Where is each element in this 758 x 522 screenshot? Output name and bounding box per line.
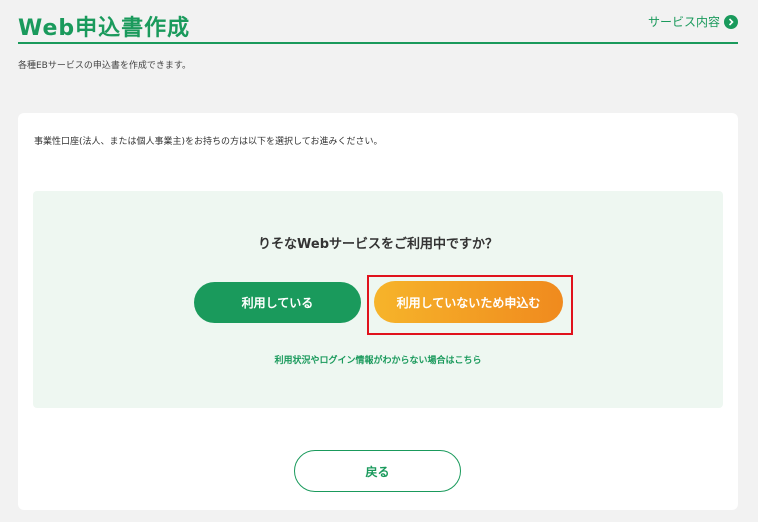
apply-not-using-button[interactable]: 利用していないため申込む xyxy=(374,281,563,323)
chevron-right-circle-icon xyxy=(724,14,738,29)
help-link[interactable]: 利用状況やログイン情報がわからない場合はこちら xyxy=(33,353,723,366)
service-link-label: サービス内容 xyxy=(647,15,720,29)
using-service-button[interactable]: 利用している xyxy=(194,282,361,323)
page-header: Web申込書作成 サービス内容 xyxy=(18,8,738,44)
page-title: Web申込書作成 xyxy=(18,16,191,41)
back-button[interactable]: 戻る xyxy=(294,450,461,492)
selection-card: 事業性口座(法人、または個人事業主)をお持ちの方は以下を選択してお進みください。… xyxy=(18,113,738,510)
question-panel: りそなWebサービスをご利用中ですか？ 利用している 利用していないため申込む … xyxy=(33,191,723,408)
question-heading: りそなWebサービスをご利用中ですか？ xyxy=(258,237,498,252)
instruction-text: 事業性口座(法人、または個人事業主)をお持ちの方は以下を選択してお進みください。 xyxy=(34,137,383,147)
page-subtitle: 各種EBサービスの申込書を作成できます。 xyxy=(18,61,191,71)
service-details-link[interactable]: サービス内容 xyxy=(648,13,738,30)
